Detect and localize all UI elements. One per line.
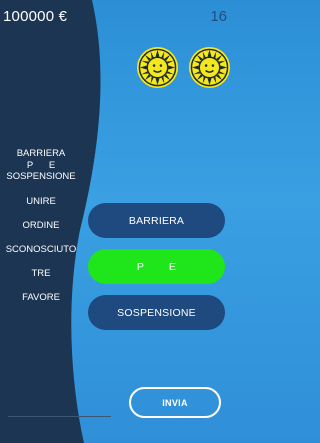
target-word-group: BARRIERA P E SOSPENSIONE — [0, 148, 82, 183]
answer-input-slot[interactable]: P E — [88, 249, 225, 284]
send-button[interactable]: INVIA — [129, 387, 221, 418]
level-number: 16 — [210, 8, 227, 25]
divider-line — [8, 416, 111, 417]
sun-coin-icon[interactable] — [188, 46, 231, 89]
answer-option-button[interactable]: BARRIERA — [88, 203, 225, 238]
target-line: P E — [26, 159, 56, 171]
word-chain-list: BARRIERA P E SOSPENSIONE UNIRE ORDINE SC… — [0, 148, 82, 316]
word-list-item: ORDINE — [22, 219, 60, 231]
target-line: SOSPENSIONE — [6, 171, 76, 182]
word-list-item: FAVORE — [22, 291, 60, 303]
score-display: 100000 € — [3, 8, 68, 25]
word-list-item: TRE — [31, 267, 51, 279]
sun-coin-icon[interactable] — [136, 46, 179, 89]
word-list-item: UNIRE — [26, 195, 56, 207]
word-list-item: SCONOSCIUTO — [5, 243, 77, 255]
target-line: BARRIERA — [16, 148, 66, 159]
answer-option-button[interactable]: SOSPENSIONE — [88, 295, 225, 330]
